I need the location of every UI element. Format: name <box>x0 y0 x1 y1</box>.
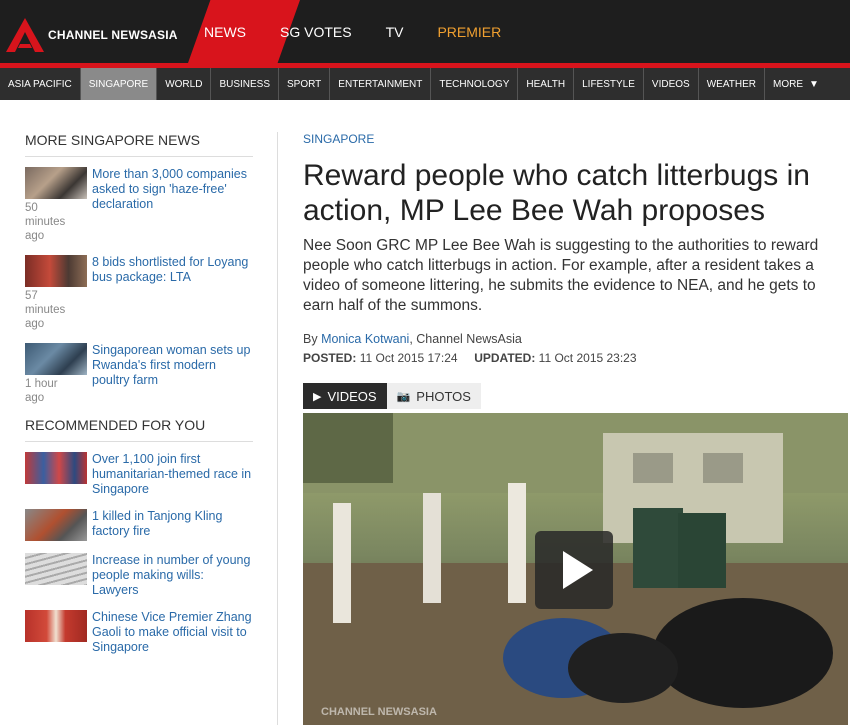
subnav-more[interactable]: MORE ▼ <box>765 68 827 100</box>
triangle-down-icon: ▼ <box>808 78 819 90</box>
story-link[interactable]: Singaporean woman sets up Rwanda's first… <box>92 343 253 405</box>
subnav-sport[interactable]: SPORT <box>279 68 331 100</box>
more-singapore-news-title: MORE SINGAPORE NEWS <box>25 132 253 157</box>
section-nav: ASIA PACIFIC SINGAPORE WORLD BUSINESS SP… <box>0 68 850 100</box>
subnav-weather[interactable]: WEATHER <box>699 68 765 100</box>
story-link[interactable]: Increase in number of young people makin… <box>92 553 253 598</box>
logo-text: CHANNEL NEWSASIA <box>48 28 178 42</box>
sidebar-story[interactable]: 1 hour ago Singaporean woman sets up Rwa… <box>25 343 253 405</box>
subnav-videos[interactable]: VIDEOS <box>644 68 699 100</box>
story-link[interactable]: Over 1,100 join first humanitarian-theme… <box>92 452 253 497</box>
updated-date: 11 Oct 2015 23:23 <box>538 351 637 365</box>
subnav-technology[interactable]: TECHNOLOGY <box>431 68 519 100</box>
posted-label: POSTED: <box>303 351 357 365</box>
logo-icon <box>6 18 44 52</box>
sidebar-story[interactable]: 57 minutes ago 8 bids shortlisted for Lo… <box>25 255 253 331</box>
video-watermark: CHANNEL NEWSASIA <box>321 706 437 718</box>
posted-date: 11 Oct 2015 17:24 <box>359 351 458 365</box>
sidebar-story[interactable]: 1 killed in Tanjong Kling factory fire <box>25 509 253 541</box>
nav-premier[interactable]: PREMIER <box>437 24 501 40</box>
subnav-health[interactable]: HEALTH <box>518 68 575 100</box>
story-thumbnail[interactable] <box>25 553 87 585</box>
byline: By Monica Kotwani, Channel NewsAsia <box>303 332 848 346</box>
story-thumbnail[interactable] <box>25 509 87 541</box>
sidebar-story[interactable]: Increase in number of young people makin… <box>25 553 253 598</box>
subnav-asia-pacific[interactable]: ASIA PACIFIC <box>0 68 81 100</box>
subnav-more-label: MORE <box>772 78 803 90</box>
column-divider <box>277 132 278 725</box>
tab-photos[interactable]: 📷 PHOTOS <box>386 383 481 409</box>
author-link[interactable]: Monica Kotwani <box>321 332 409 346</box>
story-link[interactable]: More than 3,000 companies asked to sign … <box>92 167 253 243</box>
article-category[interactable]: SINGAPORE <box>303 132 848 146</box>
story-link[interactable]: 8 bids shortlisted for Loyang bus packag… <box>92 255 253 331</box>
sidebar-story[interactable]: 50 minutes ago More than 3,000 companies… <box>25 167 253 243</box>
story-thumbnail[interactable] <box>25 255 87 287</box>
subnav-business[interactable]: BUSINESS <box>211 68 280 100</box>
article-headline: Reward people who catch litterbugs in ac… <box>303 159 810 227</box>
byline-prefix: By <box>303 332 322 346</box>
tab-videos-label: VIDEOS <box>327 388 377 404</box>
story-time: 50 minutes ago <box>25 202 66 242</box>
tab-videos[interactable]: ▶ VIDEOS <box>303 383 387 409</box>
byline-outlet: , Channel NewsAsia <box>409 332 522 346</box>
story-link[interactable]: Chinese Vice Premier Zhang Gaoli to make… <box>92 610 253 655</box>
sidebar: MORE SINGAPORE NEWS 50 minutes ago More … <box>25 132 253 667</box>
recommended-title: RECOMMENDED FOR YOU <box>25 417 253 442</box>
top-header: CHANNEL NEWSASIA NEWS SG VOTES TV PREMIE… <box>0 0 850 63</box>
video-player[interactable]: CHANNEL NEWSASIA <box>303 413 848 725</box>
main-nav: NEWS SG VOTES TV PREMIER <box>204 0 535 63</box>
updated-label: UPDATED: <box>474 351 536 365</box>
play-button[interactable] <box>535 531 613 609</box>
story-time: 1 hour ago <box>25 378 58 404</box>
subnav-singapore[interactable]: SINGAPORE <box>80 68 158 100</box>
subnav-world[interactable]: WORLD <box>157 68 212 100</box>
tab-photos-label: PHOTOS <box>416 388 471 404</box>
story-thumbnail[interactable] <box>25 167 87 199</box>
nav-sg-votes[interactable]: SG VOTES <box>280 24 352 40</box>
story-thumbnail[interactable] <box>25 343 87 375</box>
sidebar-story[interactable]: Over 1,100 join first humanitarian-theme… <box>25 452 253 497</box>
channel-newsasia-logo[interactable]: CHANNEL NEWSASIA <box>6 18 178 52</box>
story-thumbnail[interactable] <box>25 610 87 642</box>
nav-news[interactable]: NEWS <box>204 24 246 40</box>
subnav-lifestyle[interactable]: LIFESTYLE <box>574 68 644 100</box>
media-tabs: ▶ VIDEOS 📷 PHOTOS <box>303 383 848 409</box>
story-time: 57 minutes ago <box>25 290 66 330</box>
story-thumbnail[interactable] <box>25 452 87 484</box>
article-dates: POSTED: 11 Oct 2015 17:24 UPDATED: 11 Oc… <box>303 351 848 365</box>
sidebar-story[interactable]: Chinese Vice Premier Zhang Gaoli to make… <box>25 610 253 655</box>
subnav-entertainment[interactable]: ENTERTAINMENT <box>330 68 432 100</box>
play-icon: ▶ <box>313 390 322 403</box>
article-summary: Nee Soon GRC MP Lee Bee Wah is suggestin… <box>303 237 819 314</box>
camera-icon: 📷 <box>396 390 411 403</box>
nav-tv[interactable]: TV <box>386 24 404 40</box>
article: SINGAPORE Reward people who catch litter… <box>303 132 848 725</box>
story-link[interactable]: 1 killed in Tanjong Kling factory fire <box>92 509 253 541</box>
